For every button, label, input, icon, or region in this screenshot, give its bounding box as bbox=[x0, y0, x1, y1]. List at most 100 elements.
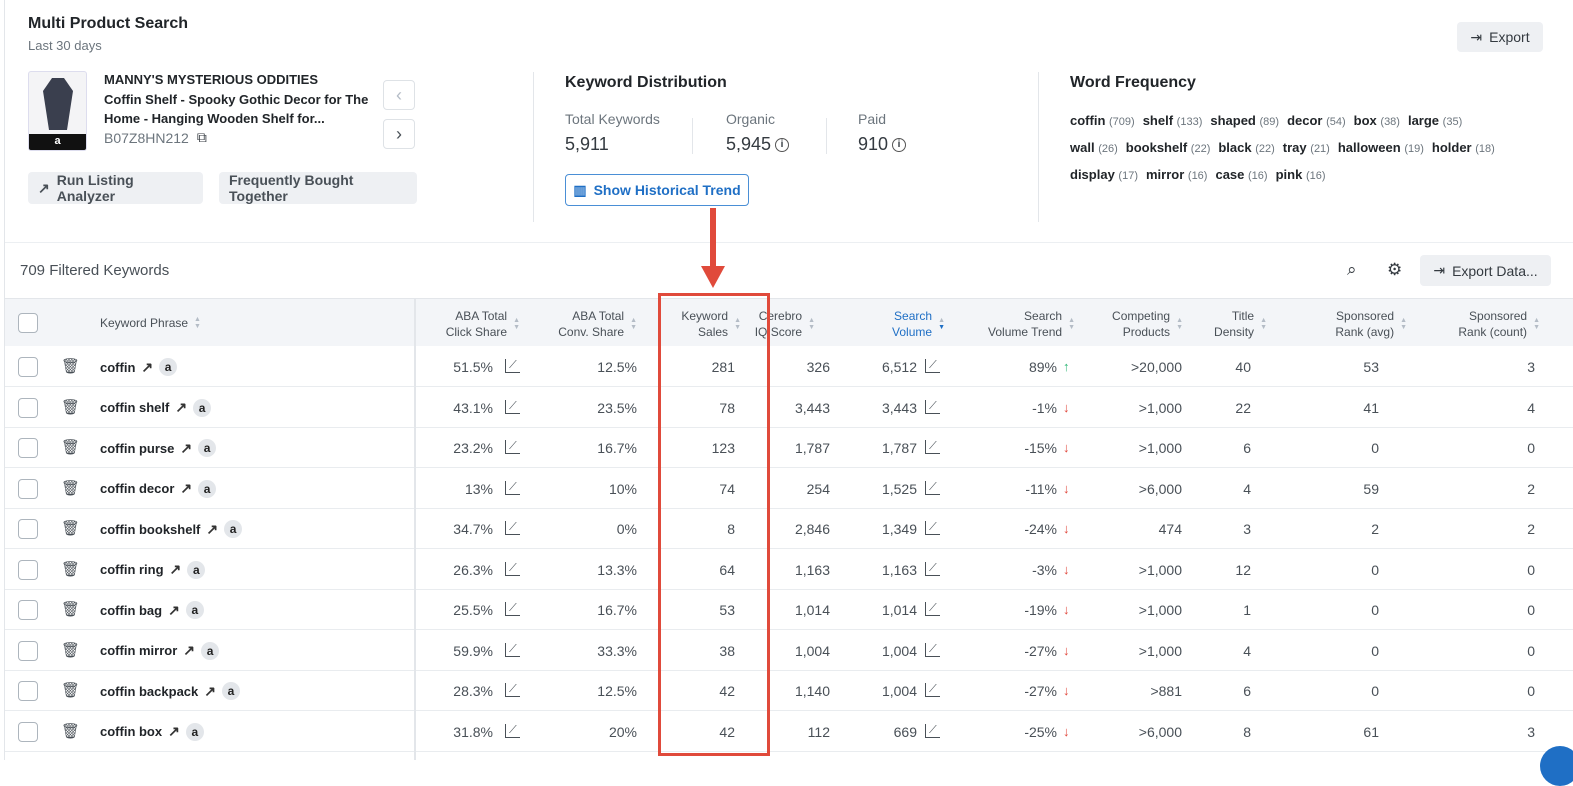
external-link-icon[interactable]: ↗ bbox=[168, 602, 180, 619]
column-header-competing[interactable]: Competing Products ▲ ▼ bbox=[1112, 308, 1183, 340]
word-frequency-item[interactable]: pink (16) bbox=[1276, 167, 1334, 182]
external-link-icon[interactable]: ↗ bbox=[141, 359, 153, 376]
word-frequency-item[interactable]: black (22) bbox=[1218, 140, 1282, 155]
row-checkbox[interactable] bbox=[18, 559, 38, 580]
keyword-text[interactable]: coffin mirror bbox=[100, 643, 177, 658]
trash-icon[interactable]: 🗑 bbox=[61, 560, 80, 578]
word-frequency-item[interactable]: large (35) bbox=[1408, 113, 1470, 128]
word-frequency-item[interactable]: mirror (16) bbox=[1146, 167, 1215, 182]
word-frequency-item[interactable]: decor (54) bbox=[1287, 113, 1354, 128]
keyword-text[interactable]: coffin bbox=[100, 360, 135, 375]
sort-icon[interactable]: ▲ ▼ bbox=[1176, 317, 1183, 331]
line-chart-icon[interactable]: ⟋ bbox=[925, 480, 940, 495]
amazon-icon[interactable]: a bbox=[222, 682, 240, 700]
row-checkbox[interactable] bbox=[18, 357, 38, 377]
keyword-text[interactable]: coffin backpack bbox=[100, 684, 198, 699]
export-data-button[interactable]: ⇥ Export Data... bbox=[1420, 255, 1551, 286]
keyword-text[interactable]: coffin bag bbox=[100, 603, 162, 618]
table-row[interactable]: 🗑 coffin box ↗ a 31.8% ⟋ 20% 42 112 669 ⟋ -25%… bbox=[5, 712, 1573, 752]
row-checkbox[interactable] bbox=[18, 519, 38, 539]
row-checkbox[interactable] bbox=[18, 478, 38, 499]
trash-icon[interactable]: 🗑 bbox=[61, 398, 80, 416]
trash-icon[interactable]: 🗑 bbox=[61, 438, 80, 456]
row-checkbox[interactable] bbox=[18, 640, 38, 661]
help-chat-button[interactable] bbox=[1540, 746, 1573, 786]
sort-icon[interactable]: ▲ ▼ bbox=[938, 317, 945, 331]
column-header-density[interactable]: Title Density ▲ ▼ bbox=[1214, 308, 1267, 340]
line-chart-icon[interactable]: ⟋ bbox=[505, 561, 520, 576]
line-chart-icon[interactable]: ⟋ bbox=[925, 602, 940, 616]
line-chart-icon[interactable]: ⟋ bbox=[505, 440, 520, 454]
trash-icon[interactable]: 🗑 bbox=[61, 600, 80, 618]
select-all-checkbox[interactable] bbox=[18, 313, 38, 333]
line-chart-icon[interactable]: ⟋ bbox=[505, 602, 520, 616]
frequently-bought-together-button[interactable]: Frequently Bought Together bbox=[219, 172, 417, 204]
sort-icon[interactable]: ▲ ▼ bbox=[1400, 317, 1407, 331]
table-row[interactable]: 🗑 coffin purse ↗ a 23.2% ⟋ 16.7% 123 1,787 1,… bbox=[5, 428, 1573, 468]
trash-icon[interactable]: 🗑 bbox=[61, 722, 80, 740]
keyword-text[interactable]: coffin decor bbox=[100, 481, 174, 496]
word-frequency-item[interactable]: shaped (89) bbox=[1210, 113, 1287, 128]
external-link-icon[interactable]: ↗ bbox=[175, 399, 187, 416]
table-row[interactable]: 🗑 coffin ring ↗ a 26.3% ⟋ 13.3% 64 1,163 1,16… bbox=[5, 550, 1573, 590]
column-header-spavg[interactable]: Sponsored Rank (avg) ▲ ▼ bbox=[1335, 308, 1407, 340]
line-chart-icon[interactable]: ⟋ bbox=[925, 683, 940, 697]
word-frequency-item[interactable]: wall (26) bbox=[1070, 140, 1126, 155]
amazon-icon[interactable]: a bbox=[224, 520, 243, 538]
sort-icon[interactable]: ▲ ▼ bbox=[1533, 317, 1540, 331]
table-row[interactable]: 🗑 coffin shelf ↗ a 43.1% ⟋ 23.5% 78 3,443 3,4… bbox=[5, 388, 1573, 428]
sort-icon[interactable]: ▲ ▼ bbox=[630, 317, 637, 331]
word-frequency-item[interactable]: shelf (133) bbox=[1143, 113, 1211, 128]
line-chart-icon[interactable]: ⟋ bbox=[505, 683, 520, 697]
external-link-icon[interactable]: ↗ bbox=[183, 642, 195, 659]
table-row[interactable]: 🗑 coffin bag ↗ a 25.5% ⟋ 16.7% 53 1,014 1,014… bbox=[5, 590, 1573, 630]
column-header-trend[interactable]: Search Volume Trend ▲ ▼ bbox=[988, 308, 1075, 340]
line-chart-icon[interactable]: ⟋ bbox=[925, 440, 940, 454]
line-chart-icon[interactable]: ⟋ bbox=[925, 723, 940, 738]
external-link-icon[interactable]: ↗ bbox=[180, 440, 192, 457]
line-chart-icon[interactable]: ⟋ bbox=[505, 521, 520, 535]
search-icon[interactable]: ⌕ bbox=[1347, 260, 1357, 280]
line-chart-icon[interactable]: ⟋ bbox=[925, 521, 940, 535]
word-frequency-item[interactable]: tray (21) bbox=[1283, 140, 1338, 155]
table-row[interactable]: 🗑 coffin bookshelf ↗ a 34.7% ⟋ 0% 8 2,846 1,3… bbox=[5, 509, 1573, 549]
keyword-text[interactable]: coffin purse bbox=[100, 441, 174, 456]
show-historical-trend-button[interactable]: ▥ Show Historical Trend bbox=[565, 174, 749, 206]
word-frequency-item[interactable]: halloween (19) bbox=[1338, 140, 1432, 155]
external-link-icon[interactable]: ↗ bbox=[180, 480, 192, 497]
trash-icon[interactable]: 🗑 bbox=[61, 357, 80, 375]
sort-icon[interactable]: ▲ ▼ bbox=[1068, 317, 1075, 331]
amazon-icon[interactable]: a bbox=[198, 479, 217, 498]
external-link-icon[interactable]: ↗ bbox=[204, 683, 216, 700]
word-frequency-item[interactable]: box (38) bbox=[1354, 113, 1408, 128]
amazon-icon[interactable]: a bbox=[193, 398, 212, 417]
column-divider[interactable] bbox=[414, 298, 416, 760]
next-product-button[interactable]: › bbox=[383, 119, 415, 149]
trash-icon[interactable]: 🗑 bbox=[61, 641, 80, 659]
amazon-icon[interactable]: a bbox=[187, 560, 206, 579]
row-checkbox[interactable] bbox=[18, 600, 38, 620]
run-listing-analyzer-button[interactable]: ↗ Run Listing Analyzer bbox=[28, 172, 203, 204]
line-chart-icon[interactable]: ⟋ bbox=[925, 561, 940, 576]
line-chart-icon[interactable]: ⟋ bbox=[925, 399, 940, 414]
row-checkbox[interactable] bbox=[18, 681, 38, 701]
table-row[interactable]: 🗑 coffin backpack ↗ a 28.3% ⟋ 12.5% 42 1,140 … bbox=[5, 671, 1573, 711]
keyword-text[interactable]: coffin box bbox=[100, 724, 162, 739]
prev-product-button[interactable]: ‹ bbox=[383, 80, 415, 110]
row-checkbox[interactable] bbox=[18, 438, 38, 458]
column-header-spcount[interactable]: Sponsored Rank (count) ▲ ▼ bbox=[1458, 308, 1540, 340]
word-frequency-item[interactable]: holder (18) bbox=[1432, 140, 1503, 155]
sort-icon[interactable]: ▲ ▼ bbox=[513, 317, 520, 331]
copy-icon[interactable]: ⧉ bbox=[197, 129, 207, 146]
export-button[interactable]: ⇥ Export bbox=[1457, 22, 1543, 52]
column-header-conv[interactable]: ABA Total Conv. Share ▲ ▼ bbox=[558, 308, 637, 340]
keyword-text[interactable]: coffin bookshelf bbox=[100, 522, 200, 537]
line-chart-icon[interactable]: ⟋ bbox=[505, 359, 520, 373]
column-header-click[interactable]: ABA Total Click Share ▲ ▼ bbox=[446, 308, 520, 340]
trash-icon[interactable]: 🗑 bbox=[61, 519, 80, 537]
gear-icon[interactable]: ⚙ bbox=[1387, 260, 1402, 280]
row-checkbox[interactable] bbox=[18, 397, 38, 418]
table-row[interactable]: 🗑 coffin decor ↗ a 13% ⟋ 10% 74 254 1,525 ⟋ -1… bbox=[5, 469, 1573, 509]
word-frequency-item[interactable]: bookshelf (22) bbox=[1126, 140, 1219, 155]
external-link-icon[interactable]: ↗ bbox=[168, 723, 180, 740]
